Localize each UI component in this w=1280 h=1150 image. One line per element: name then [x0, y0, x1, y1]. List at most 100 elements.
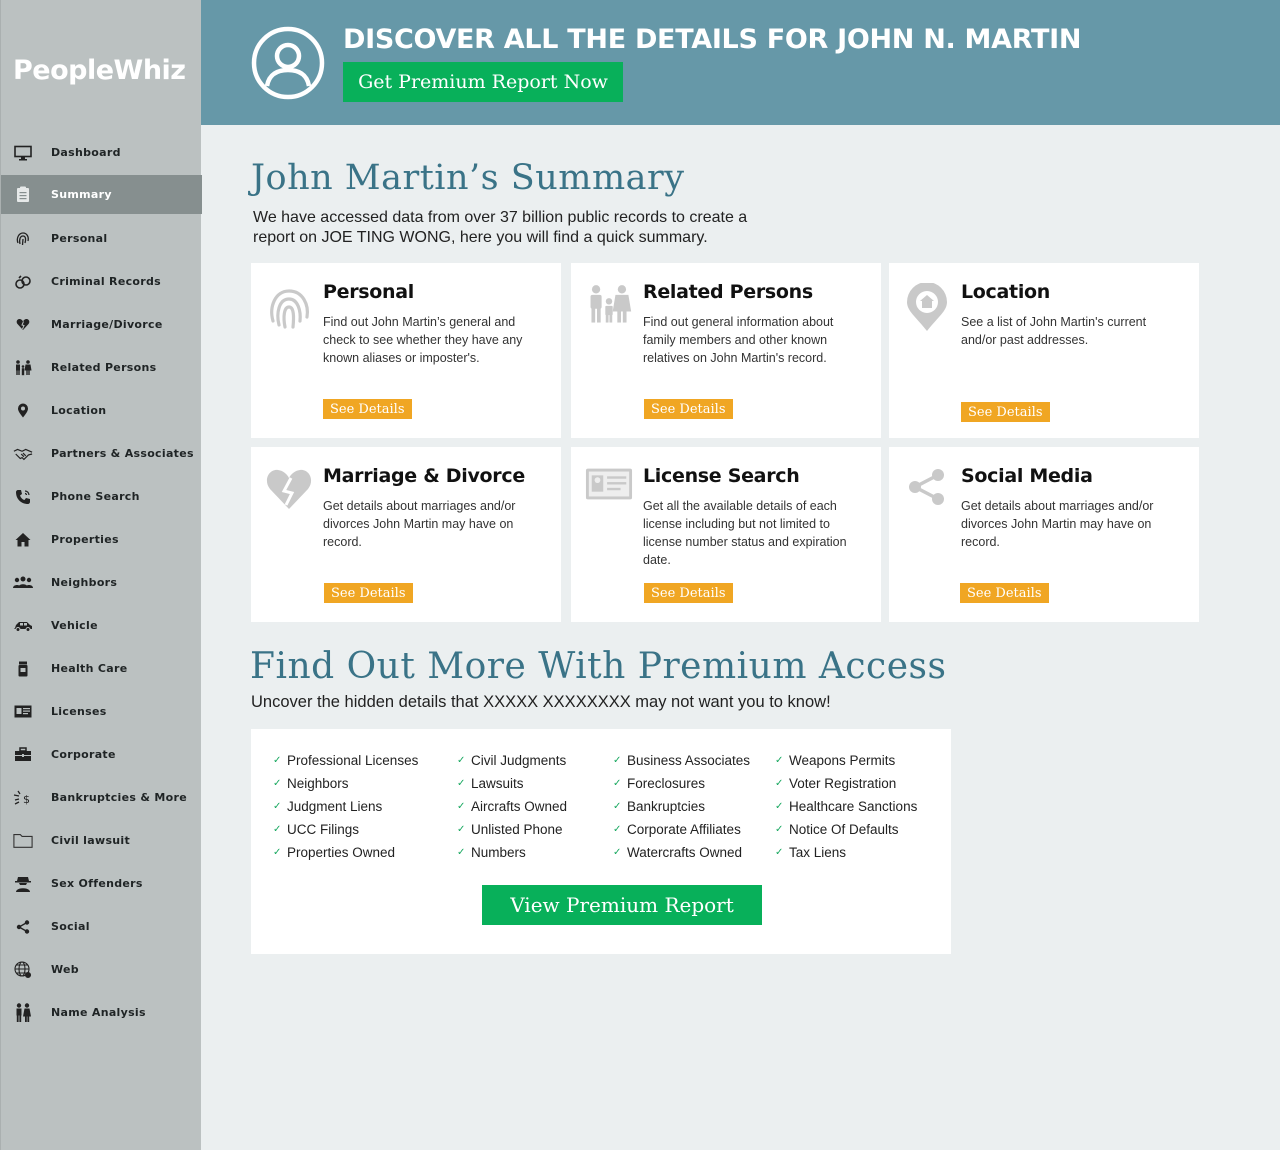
handcuffs-icon	[13, 273, 33, 291]
share-icon	[13, 918, 33, 936]
see-details-button[interactable]: See Details	[323, 399, 412, 419]
check-icon: ✓	[775, 778, 784, 789]
card-marriage-divorce: Marriage & Divorce Get details about mar…	[251, 447, 561, 622]
share-icon	[903, 467, 951, 519]
feature-item: ✓ UCC Filings	[273, 822, 360, 837]
card-related-persons: Related Persons Find out general informa…	[571, 263, 881, 438]
check-icon: ✓	[775, 755, 784, 766]
premium-description: Uncover the hidden details that XXXXX XX…	[251, 693, 831, 711]
sidebar-item-partners-associates[interactable]: Partners & Associates	[1, 434, 202, 473]
check-icon: ✓	[273, 755, 282, 766]
sidebar-item-label: Phone Search	[51, 490, 140, 503]
sidebar-item-label: Social	[51, 920, 90, 933]
card-title: Personal	[323, 281, 415, 303]
monitor-icon	[13, 144, 33, 162]
family-icon	[585, 283, 633, 335]
sidebar-item-label: Name Analysis	[51, 1006, 146, 1019]
sidebar-item-label: Corporate	[51, 748, 116, 761]
check-icon: ✓	[613, 801, 622, 812]
sidebar-item-web[interactable]: Web	[1, 950, 202, 989]
logo[interactable]: PeopleWhiz	[13, 55, 186, 86]
check-icon: ✓	[613, 824, 622, 835]
sidebar-item-health-care[interactable]: Health Care	[1, 649, 202, 688]
card-description: Get details about marriages and/or divor…	[323, 499, 516, 549]
id-card-icon	[585, 467, 633, 519]
check-icon: ✓	[273, 824, 282, 835]
clipboard-icon	[13, 186, 33, 204]
user-circle-icon	[251, 26, 325, 100]
sidebar-item-label: Bankruptcies & More	[51, 791, 187, 804]
sidebar-item-label: Health Care	[51, 662, 128, 675]
check-icon: ✓	[273, 801, 282, 812]
check-icon: ✓	[613, 847, 622, 858]
get-premium-report-button[interactable]: Get Premium Report Now	[343, 62, 623, 102]
briefcase-icon	[13, 746, 33, 764]
see-details-button[interactable]: See Details	[324, 583, 413, 603]
see-details-button[interactable]: See Details	[961, 402, 1050, 422]
sidebar-item-label: Partners & Associates	[51, 447, 194, 460]
feature-column: ✓ Professional Licenses ✓ Neighbors ✓ Judgm…	[273, 749, 418, 864]
sidebar-item-label: Criminal Records	[51, 275, 162, 288]
sidebar-item-phone-search[interactable]: Phone Search	[1, 477, 202, 516]
sidebar-item-sex-offenders[interactable]: Sex Offenders	[1, 864, 202, 903]
feature-item: ✓ Voter Registration	[775, 776, 897, 791]
page-title: DISCOVER ALL THE DETAILS FOR JOHN N. MAR…	[343, 24, 1082, 55]
feature-item: ✓ Weapons Permits	[775, 753, 896, 768]
sidebar-item-location[interactable]: Location	[1, 391, 202, 430]
globe-icon	[13, 960, 33, 979]
sidebar-item-properties[interactable]: Properties	[1, 520, 202, 559]
sidebar-item-related-persons[interactable]: Related Persons	[1, 348, 202, 387]
sidebar-item-bankruptcies[interactable]: $ Bankruptcies & More	[1, 778, 202, 817]
sidebar-item-social[interactable]: Social	[1, 907, 202, 946]
check-icon: ✓	[457, 778, 466, 789]
sidebar-item-summary[interactable]: Summary	[1, 175, 202, 214]
sidebar-item-label: Neighbors	[51, 576, 118, 589]
sidebar-item-label: Vehicle	[51, 619, 98, 632]
broken-dollar-icon: $	[13, 789, 33, 807]
sidebar-item-label: Summary	[51, 188, 112, 201]
feature-item: ✓ Watercrafts Owned	[613, 845, 743, 860]
card-location: Location See a list of John Martin's cur…	[889, 263, 1199, 438]
sidebar-item-label: Personal	[51, 232, 108, 245]
sidebar-item-neighbors[interactable]: Neighbors	[1, 563, 202, 602]
feature-item: ✓ Bankruptcies	[613, 799, 706, 814]
card-description: Find out general information about famil…	[643, 315, 834, 365]
card-description: See a list of John Martin's current and/…	[961, 315, 1147, 347]
feature-item: ✓ Properties Owned	[273, 845, 396, 860]
sidebar-item-civil-lawsuit[interactable]: Civil lawsuit	[1, 821, 202, 860]
feature-item: ✓ Unlisted Phone	[457, 822, 563, 837]
check-icon: ✓	[613, 778, 622, 789]
sidebar-item-label: Properties	[51, 533, 119, 546]
sidebar-item-marriage-divorce[interactable]: Marriage/Divorce	[1, 305, 202, 344]
check-icon: ✓	[273, 847, 282, 858]
view-premium-report-button[interactable]: View Premium Report	[482, 885, 762, 925]
sidebar-item-label: Civil lawsuit	[51, 834, 131, 847]
house-icon	[13, 531, 33, 549]
see-details-button[interactable]: See Details	[960, 583, 1049, 603]
check-icon: ✓	[775, 847, 784, 858]
feature-item: ✓ Notice Of Defaults	[775, 822, 899, 837]
card-description: Get all the available details of each li…	[643, 499, 847, 567]
sidebar-item-label: Marriage/Divorce	[51, 318, 163, 331]
sidebar-item-label: Dashboard	[51, 146, 121, 159]
sidebar-item-dashboard[interactable]: Dashboard	[1, 133, 202, 172]
sidebar-item-corporate[interactable]: Corporate	[1, 735, 202, 774]
summary-heading: John Martin’s Summary	[251, 158, 685, 198]
map-pin-home-icon	[903, 283, 951, 335]
feature-item: ✓ Corporate Affiliates	[613, 822, 741, 837]
card-description: Get details about marriages and/or divor…	[961, 499, 1154, 549]
card-title: Related Persons	[643, 281, 813, 303]
feature-item: ✓ Neighbors	[273, 776, 349, 791]
sidebar-item-vehicle[interactable]: Vehicle	[1, 606, 202, 645]
sidebar-item-personal[interactable]: Personal	[1, 219, 202, 258]
card-title: Location	[961, 281, 1051, 303]
premium-heading: Find Out More With Premium Access	[250, 646, 947, 687]
sidebar-item-licenses[interactable]: Licenses	[1, 692, 202, 731]
sidebar-item-criminal-records[interactable]: Criminal Records	[1, 262, 202, 301]
card-title: License Search	[643, 465, 800, 487]
see-details-button[interactable]: See Details	[644, 583, 733, 603]
see-details-button[interactable]: See Details	[644, 399, 733, 419]
feature-item: ✓ Numbers	[457, 845, 526, 860]
sidebar-item-name-analysis[interactable]: Name Analysis	[1, 993, 202, 1032]
summary-description: We have accessed data from over 37 billi…	[253, 209, 748, 246]
